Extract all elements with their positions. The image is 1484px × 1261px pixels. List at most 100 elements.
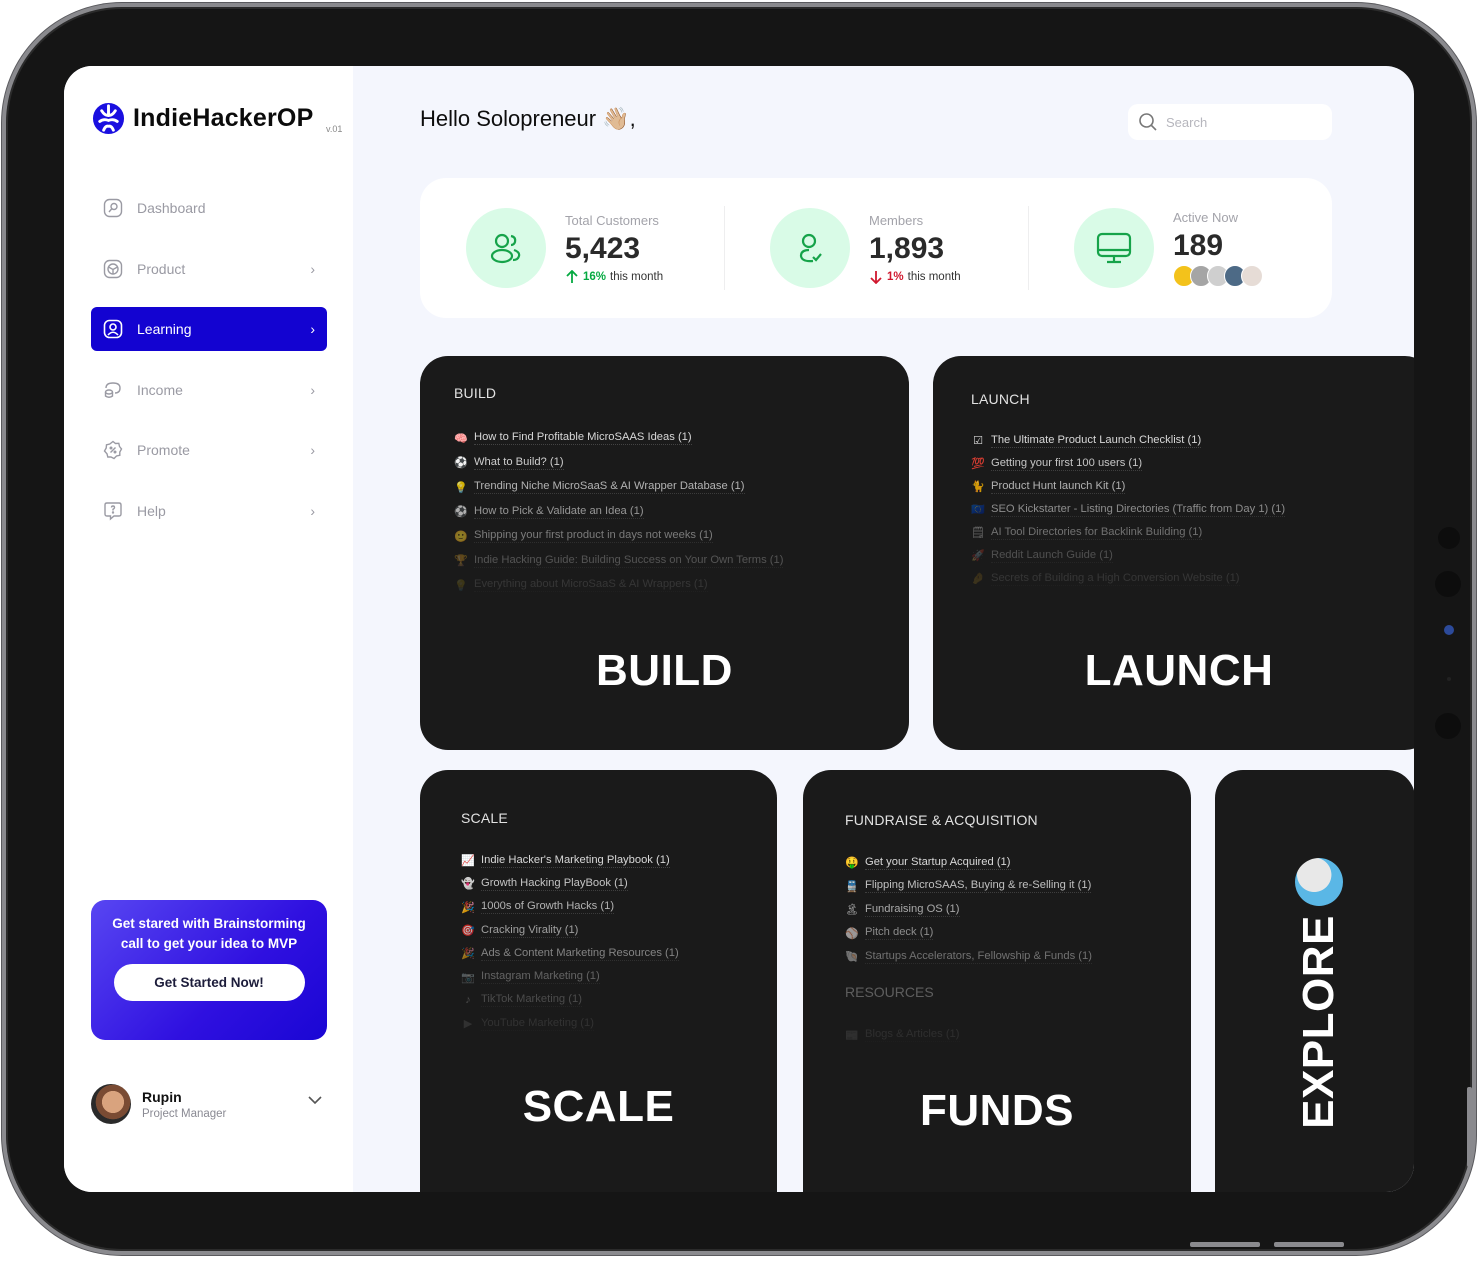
- sidebar: IndieHackerOP v.01 Dashboard Product › L…: [64, 66, 353, 1192]
- hundred-icon: 💯: [971, 458, 985, 470]
- sidebar-item-learning[interactable]: Learning ›: [91, 307, 327, 351]
- logo[interactable]: IndieHackerOP: [92, 102, 313, 135]
- cta-banner: Get stared with Brainstorming call to ge…: [91, 900, 327, 1040]
- card-big-label: FUNDS: [919, 1086, 1075, 1135]
- sidebar-item-help[interactable]: Help ›: [91, 489, 327, 533]
- side-button: [1467, 1087, 1472, 1167]
- list-item[interactable]: ▶ YouTube Marketing (1): [461, 1012, 679, 1035]
- smile-icon: 🙂: [454, 530, 468, 543]
- chevron-right-icon: ›: [310, 442, 315, 458]
- list-item[interactable]: 🐚 Startups Accelerators, Fellowship & Fun…: [845, 945, 1092, 969]
- list-item[interactable]: 🇪🇺 SEO Kickstarter - Listing Directories …: [971, 498, 1286, 521]
- card-launch[interactable]: LAUNCH ☑ The Ultimate Product Launch Chec…: [933, 356, 1414, 750]
- trend-percent: 1%: [887, 270, 904, 283]
- list-item[interactable]: 🚀 Reddit Launch Guide (1): [971, 544, 1285, 567]
- funds-list: 🤑 Get your Startup Acquired (1) 🚆 Flipping…: [845, 851, 1092, 969]
- sensor-dot: [1438, 527, 1460, 549]
- cta-text: Get stared with Brainstorming call to ge…: [112, 916, 306, 951]
- shell-icon: 🐚: [845, 951, 859, 964]
- sidebar-item-promote[interactable]: Promote ›: [91, 428, 327, 472]
- sidebar-item-label: Promote: [137, 442, 190, 458]
- list-item[interactable]: ☑ The Ultimate Product Launch Checklist (…: [971, 429, 1285, 452]
- card-explore[interactable]: 🌐 EXPLORE: [1215, 770, 1414, 1192]
- list-item[interactable]: 📷 Instagram Marketing (1): [461, 965, 679, 988]
- bulb-icon: 💡: [454, 481, 468, 494]
- list-item[interactable]: 👻 Growth Hacking PlayBook (1): [461, 872, 679, 895]
- avatar: [1241, 264, 1263, 287]
- arrow-down-icon: [870, 270, 882, 284]
- scale-list: 📈 Indie Hacker's Marketing Playbook (1) 👻…: [461, 849, 679, 1035]
- trend-text: this month: [610, 270, 664, 283]
- list-item[interactable]: 🚆 Flipping MicroSAAS, Buying & re-Selling…: [845, 875, 1092, 899]
- list-item[interactable]: ⚾ Pitch deck (1): [845, 922, 1092, 946]
- app-version: v.01: [326, 124, 343, 134]
- list-item[interactable]: 🤑 Get your Startup Acquired (1): [845, 851, 1092, 875]
- product-cube-icon: [103, 259, 123, 278]
- chevron-right-icon: ›: [310, 502, 315, 519]
- user-profile[interactable]: Rupin Project Manager: [91, 1082, 327, 1126]
- stat-value: 1,893: [869, 231, 945, 265]
- chevron-down-icon[interactable]: [307, 1092, 323, 1108]
- resources-list: 📰 Blogs & Articles (1): [845, 1023, 959, 1048]
- party-icon: 🎉: [461, 901, 475, 914]
- globe-icon: 🌐: [1295, 858, 1343, 906]
- card-build[interactable]: BUILD 🧠 How to Find Profitable MicroSAAS …: [420, 356, 909, 750]
- active-avatars: [1173, 264, 1263, 287]
- list-item[interactable]: ⚽ How to Pick & Validate an Idea (1): [454, 500, 783, 525]
- stat-total-customers: Total Customers 5,423 16% this month: [420, 178, 724, 318]
- newspaper-icon: 📰: [845, 1029, 859, 1042]
- card-big-label: BUILD: [596, 646, 733, 695]
- arrow-up-icon: [566, 269, 578, 283]
- rocket-icon: 🚀: [971, 550, 985, 562]
- list-item[interactable]: 🎯 Cracking Virality (1): [461, 919, 679, 942]
- instagram-icon: 📷: [461, 971, 475, 984]
- sidebar-item-label: Help: [137, 502, 166, 519]
- stat-icon-bg: [1074, 208, 1154, 288]
- search-input[interactable]: [1166, 114, 1316, 130]
- profile-name: Rupin: [142, 1088, 182, 1105]
- sidebar-item-product[interactable]: Product ›: [91, 247, 327, 291]
- stat-value: 5,423: [565, 231, 641, 265]
- sidebar-item-label: Product: [137, 260, 186, 277]
- list-item[interactable]: ⚽ What to Build? (1): [454, 451, 783, 476]
- stats-panel: Total Customers 5,423 16% this month Mem…: [420, 178, 1332, 318]
- get-started-button[interactable]: Get Started Now!: [113, 964, 305, 1001]
- list-item[interactable]: 🎉 Ads & Content Marketing Resources (1): [461, 942, 679, 965]
- card-heading: BUILD: [454, 385, 497, 401]
- list-item[interactable]: 🎉 1000s of Growth Hacks (1): [461, 896, 679, 919]
- sensor-dot: [1447, 677, 1451, 681]
- money-face-icon: 🤑: [845, 857, 859, 870]
- stat-label: Active Now: [1173, 209, 1239, 225]
- list-item[interactable]: 🤌 Secrets of Building a High Conversion W…: [971, 567, 1285, 590]
- search-box[interactable]: [1128, 104, 1332, 140]
- sidebar-item-dashboard[interactable]: Dashboard: [91, 186, 327, 230]
- checkbox-icon: ☑: [973, 435, 983, 447]
- list-item[interactable]: 🙂 Shipping your first product in days not…: [454, 524, 783, 549]
- stat-icon-bg: [466, 208, 546, 288]
- list-item[interactable]: 🏆 Indie Hacking Guide: Building Success o…: [454, 549, 784, 574]
- ball-icon: ⚽: [454, 506, 468, 519]
- list-item[interactable]: 🗒 AI Tool Directories for Backlink Buildi…: [971, 521, 1285, 544]
- list-item[interactable]: ♪ TikTok Marketing (1): [461, 989, 679, 1012]
- cat-icon: 🐈: [971, 481, 985, 493]
- chevron-right-icon: ›: [310, 381, 315, 398]
- list-item[interactable]: 🏝 Fundraising OS (1): [845, 898, 1092, 922]
- sidebar-item-income[interactable]: Income ›: [91, 368, 327, 412]
- stat-value: 189: [1173, 228, 1224, 262]
- list-item[interactable]: 💡 Everything about MicroSaaS & AI Wrapper…: [454, 573, 783, 598]
- list-item[interactable]: 📈 Indie Hacker's Marketing Playbook (1): [461, 849, 679, 872]
- bulb-icon: 💡: [454, 579, 468, 592]
- dashboard-icon: [103, 198, 123, 218]
- list-item[interactable]: 📰 Blogs & Articles (1): [845, 1023, 959, 1048]
- stat-members: Members 1,893 1% this month: [724, 178, 1028, 318]
- list-item[interactable]: 🧠 How to Find Profitable MicroSAAS Ideas …: [454, 426, 783, 451]
- ghost-icon: 👻: [461, 878, 475, 891]
- build-list: 🧠 How to Find Profitable MicroSAAS Ideas …: [454, 426, 784, 598]
- train-icon: 🚆: [845, 880, 859, 893]
- card-scale[interactable]: SCALE 📈 Indie Hacker's Marketing Playbook…: [420, 770, 777, 1192]
- list-item[interactable]: 💡 Trending Niche MicroSaaS & AI Wrapper D…: [454, 475, 783, 500]
- list-item[interactable]: 🐈 Product Hunt launch Kit (1): [971, 475, 1285, 498]
- list-item[interactable]: 💯 Getting your first 100 users (1): [971, 452, 1285, 475]
- card-funds[interactable]: FUNDRAISE & ACQUISITION 🤑 Get your Startu…: [803, 770, 1191, 1192]
- island-icon: 🏝: [845, 904, 859, 917]
